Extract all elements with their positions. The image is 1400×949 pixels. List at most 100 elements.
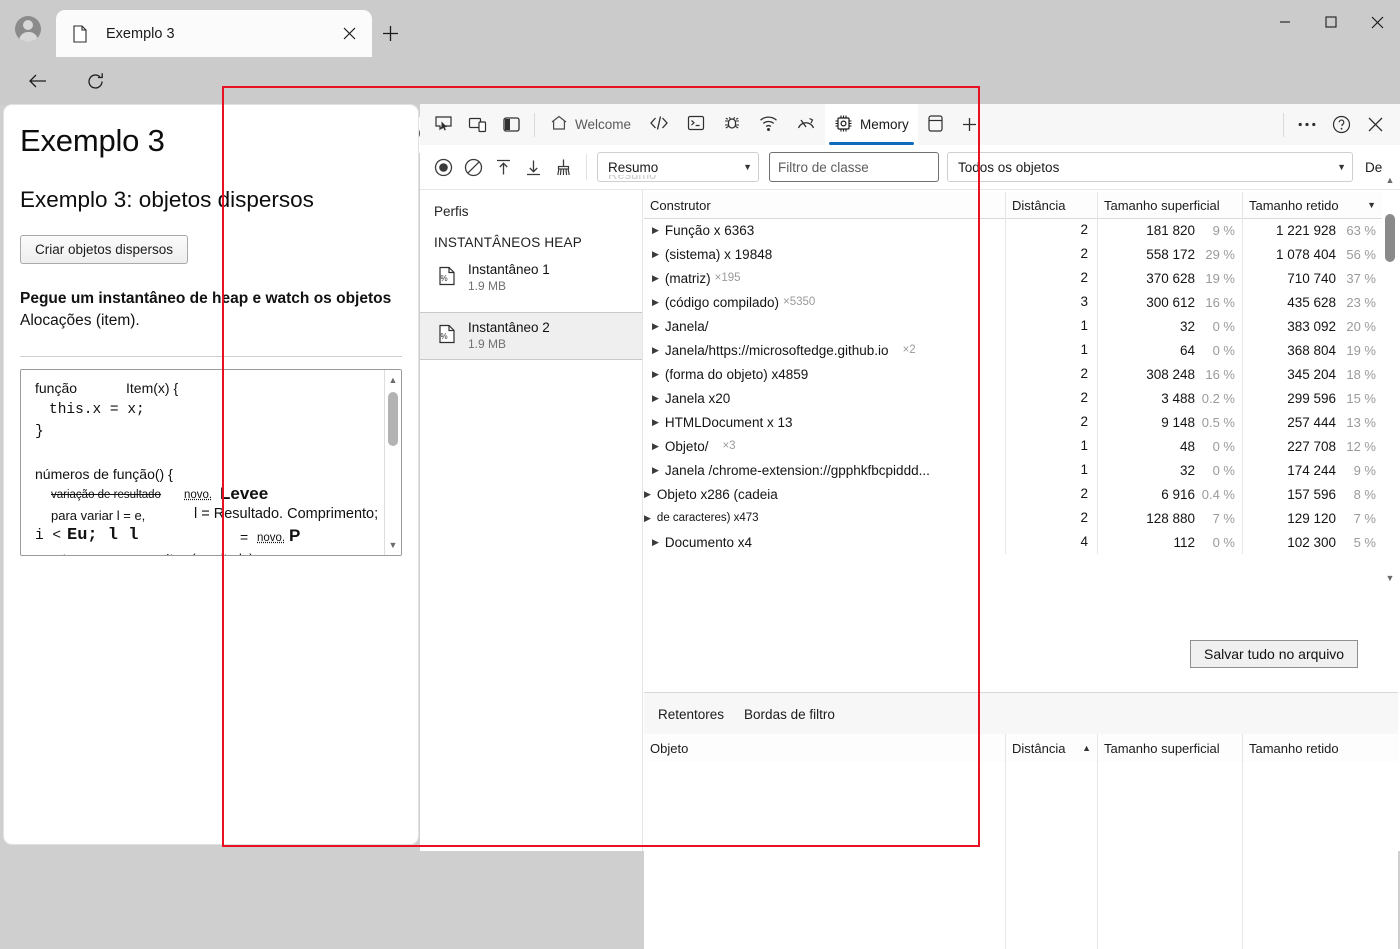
- retained-percent: 12 %: [1336, 439, 1376, 454]
- shallow-value: 32: [1180, 319, 1195, 334]
- window-controls: [1262, 0, 1400, 44]
- row-distance: 3: [1006, 290, 1098, 314]
- retained-value: 435 628: [1287, 295, 1336, 310]
- retained-percent: 8 %: [1336, 487, 1376, 502]
- paragraph-rest: Alocações (item).: [20, 312, 140, 329]
- retained-percent: 37 %: [1336, 271, 1376, 286]
- retained-percent: 23 %: [1336, 295, 1376, 310]
- shallow-percent: 16 %: [1195, 367, 1235, 382]
- browser-tab[interactable]: Exemplo 3: [56, 10, 372, 57]
- row-distance: 2: [1006, 266, 1098, 290]
- retained-value: 102 300: [1287, 535, 1336, 550]
- row-distance: 2: [1006, 482, 1098, 506]
- close-icon[interactable]: [1358, 104, 1392, 145]
- row-retained-size: 227 708 12 %: [1243, 434, 1382, 458]
- row-shallow-size: 128 880 7 %: [1098, 506, 1243, 530]
- avatar: [15, 16, 41, 42]
- shallow-value: 558 172: [1146, 247, 1195, 262]
- retained-value: 129 120: [1287, 511, 1336, 526]
- row-shallow-size: 300 612 16 %: [1098, 290, 1243, 314]
- row-retained-size: 345 204 18 %: [1243, 362, 1382, 386]
- row-distance: 2: [1006, 218, 1098, 242]
- table-scrollbar[interactable]: ▲ ▼: [1382, 192, 1398, 692]
- row-shallow-size: 181 820 9 %: [1098, 218, 1243, 242]
- save-all-to-file-tooltip: Salvar tudo no arquivo: [1190, 640, 1358, 668]
- shallow-value: 370 628: [1146, 271, 1195, 286]
- row-retained-size: 129 120 7 %: [1243, 506, 1382, 530]
- scroll-down-icon[interactable]: ▼: [1382, 570, 1398, 586]
- close-icon[interactable]: [1354, 0, 1400, 44]
- sort-asc-icon: ▲: [1082, 743, 1091, 753]
- col-distancia-label: Distância: [1012, 741, 1065, 756]
- scroll-up-icon[interactable]: ▲: [1382, 172, 1398, 188]
- code-line-6a: variação de resultado: [51, 489, 161, 501]
- shallow-percent: 19 %: [1195, 271, 1235, 286]
- row-retained-size: 174 244 9 %: [1243, 458, 1382, 482]
- col-distance[interactable]: Distância: [1006, 192, 1098, 218]
- ellipsis-icon[interactable]: [1290, 104, 1324, 145]
- devtools-tabbar-right: [1277, 104, 1400, 145]
- code-line-8b: Eu; l l: [67, 526, 138, 545]
- row-distance: 2: [1006, 386, 1098, 410]
- tab-title: Exemplo 3: [106, 26, 334, 42]
- retained-value: 157 596: [1287, 487, 1336, 502]
- retainers-col-2: [1006, 762, 1098, 949]
- sort-desc-icon: ▼: [1367, 200, 1376, 210]
- objects-select[interactable]: Todos os objetos ▼: [947, 152, 1353, 182]
- retained-value: 1 078 404: [1276, 247, 1336, 262]
- row-retained-size: 1 078 404 56 %: [1243, 242, 1382, 266]
- shallow-percent: 9 %: [1195, 223, 1235, 238]
- row-shallow-size: 48 0 %: [1098, 434, 1243, 458]
- shallow-percent: 0 %: [1195, 343, 1235, 358]
- shallow-percent: 0.2 %: [1195, 391, 1235, 406]
- divider: [1283, 113, 1284, 137]
- close-icon[interactable]: [334, 19, 364, 49]
- shallow-value: 48: [1180, 439, 1195, 454]
- row-shallow-size: 3 488 0.2 %: [1098, 386, 1243, 410]
- maximize-icon[interactable]: [1308, 0, 1354, 44]
- highlight-border: [222, 86, 980, 847]
- page-icon: [72, 25, 88, 43]
- row-distance: 2: [1006, 362, 1098, 386]
- col-retained-size[interactable]: Tamanho retido ▼: [1243, 192, 1382, 218]
- col-tamanho-superficial[interactable]: Tamanho superficial: [1098, 734, 1243, 762]
- row-shallow-size: 32 0 %: [1098, 458, 1243, 482]
- row-retained-size: 1 221 928 63 %: [1243, 218, 1382, 242]
- code-line-6b: novo.: [184, 489, 212, 501]
- row-shallow-size: 32 0 %: [1098, 314, 1243, 338]
- retained-value: 299 596: [1287, 391, 1336, 406]
- new-tab-button[interactable]: [374, 17, 406, 49]
- row-distance: 4: [1006, 530, 1098, 554]
- row-distance: 1: [1006, 458, 1098, 482]
- row-distance: 1: [1006, 434, 1098, 458]
- row-retained-size: 710 740 37 %: [1243, 266, 1382, 290]
- help-icon[interactable]: [1324, 104, 1358, 145]
- reload-icon[interactable]: [79, 65, 111, 97]
- retained-value: 383 092: [1287, 319, 1336, 334]
- scrollbar-thumb[interactable]: [1385, 214, 1395, 262]
- shallow-value: 128 880: [1146, 511, 1195, 526]
- shallow-value: 308 248: [1146, 367, 1195, 382]
- col-tamanho-retido[interactable]: Tamanho retido: [1243, 734, 1382, 762]
- back-arrow-icon[interactable]: [22, 65, 54, 97]
- truncated-label: De: [1365, 160, 1382, 175]
- retained-percent: 15 %: [1336, 391, 1376, 406]
- shallow-percent: 0 %: [1195, 463, 1235, 478]
- code-line-1b: Item(x) {: [126, 380, 178, 396]
- code-line-7a: para variar l = e,: [51, 508, 145, 523]
- row-distance: 2: [1006, 242, 1098, 266]
- minimize-icon[interactable]: [1262, 0, 1308, 44]
- col-shallow-size[interactable]: Tamanho superficial: [1098, 192, 1243, 218]
- col-distancia[interactable]: Distância ▲: [1006, 734, 1098, 762]
- browser-window: Exemplo 3 https://microsoftedge.github.i…: [0, 0, 1400, 851]
- retained-value: 257 444: [1287, 415, 1336, 430]
- create-objects-button[interactable]: Criar objetos dispersos: [20, 235, 188, 264]
- shallow-percent: 7 %: [1195, 511, 1235, 526]
- retained-value: 1 221 928: [1276, 223, 1336, 238]
- profile-button[interactable]: [8, 12, 48, 46]
- row-retained-size: 157 596 8 %: [1243, 482, 1382, 506]
- row-shallow-size: 9 148 0.5 %: [1098, 410, 1243, 434]
- retained-percent: 13 %: [1336, 415, 1376, 430]
- col-retained-label: Tamanho retido: [1249, 198, 1339, 213]
- row-shallow-size: 558 172 29 %: [1098, 242, 1243, 266]
